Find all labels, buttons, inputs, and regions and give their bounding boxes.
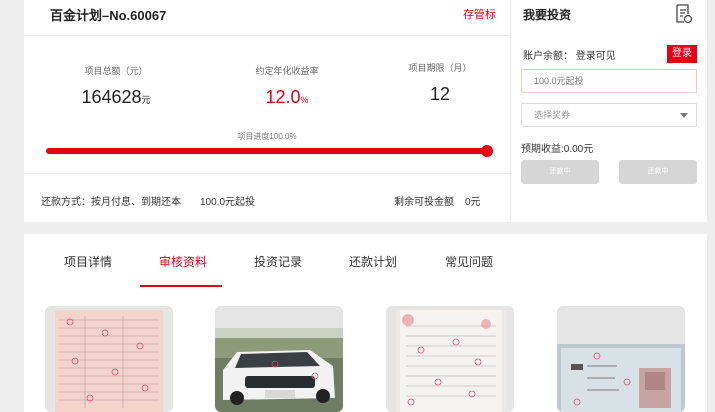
stat-label: 项目总额（元） bbox=[84, 66, 148, 76]
progress-bar bbox=[46, 148, 488, 154]
invest-title: 我要投资 bbox=[523, 8, 572, 22]
id-card-image bbox=[557, 344, 685, 412]
coupon-select-label: 选择奖券 bbox=[534, 110, 571, 120]
vehicle-photo-image bbox=[215, 328, 343, 412]
document-thumbnail-id-card[interactable] bbox=[557, 306, 685, 412]
coupon-select[interactable]: 选择奖券 bbox=[521, 103, 697, 127]
stat-label: 项目期限（月） bbox=[408, 63, 472, 73]
invest-card: 我要投资 账户余额： 登录可见 登录 选择奖券 预期收益:0.00元 还款中 还… bbox=[511, 0, 707, 222]
stat-label: 约定年化收益率 bbox=[255, 66, 319, 76]
stat-annual-rate: 约定年化收益率 12.0% bbox=[207, 64, 367, 108]
divider bbox=[24, 173, 510, 174]
account-balance: 账户余额： 登录可见 bbox=[523, 51, 616, 62]
stat-term: 项目期限（月） 12 bbox=[360, 61, 520, 105]
deposit-label-link[interactable]: 存管标 bbox=[463, 6, 496, 22]
project-card: 百金计划–No.60067 存管标 项目总额（元） 164628元 约定年化收益… bbox=[24, 0, 510, 222]
stat-value: 164628元 bbox=[81, 87, 151, 107]
progress-knob bbox=[481, 145, 493, 157]
contract-doc-icon[interactable] bbox=[675, 4, 693, 24]
tab-repayment-plan[interactable]: 还款计划 bbox=[349, 253, 397, 270]
document-thumbnail-contract[interactable] bbox=[386, 306, 514, 412]
stat-total-amount: 项目总额（元） 164628元 bbox=[36, 64, 196, 108]
repaying-button-left[interactable]: 还款中 bbox=[521, 160, 599, 184]
document-thumbnail-registration[interactable] bbox=[45, 306, 173, 412]
active-tab-underline bbox=[140, 285, 222, 287]
remaining-label: 剩余可投金额 bbox=[394, 197, 454, 208]
detail-tabs-card: 项目详情 审核资料 投资记录 还款计划 常见问题 bbox=[24, 234, 707, 412]
repaying-button-right[interactable]: 还款中 bbox=[619, 160, 697, 184]
invest-amount-input[interactable] bbox=[521, 69, 697, 93]
remaining-value: 0元 bbox=[465, 197, 481, 208]
stat-value: 12.0% bbox=[265, 87, 309, 107]
tab-faq[interactable]: 常见问题 bbox=[445, 253, 493, 270]
repayment-method: 还款方式：按月付息、到期还本 bbox=[41, 197, 181, 208]
project-title: 百金计划–No.60067 bbox=[50, 8, 167, 23]
divider bbox=[24, 35, 510, 36]
tab-project-details[interactable]: 项目详情 bbox=[64, 253, 112, 270]
tab-investment-records[interactable]: 投资记录 bbox=[254, 253, 302, 270]
login-button[interactable]: 登录 bbox=[667, 45, 697, 63]
document-thumbnail-car-photo[interactable] bbox=[215, 306, 343, 412]
expected-return: 预期收益:0.00元 bbox=[521, 144, 594, 155]
contract-document-image bbox=[396, 310, 506, 412]
stat-value: 12 bbox=[429, 84, 451, 104]
progress-label: 项目进度100.0% bbox=[237, 132, 297, 141]
tab-audit-materials[interactable]: 审核资料 bbox=[159, 253, 207, 270]
registration-certificate-image bbox=[55, 310, 163, 412]
caret-down-icon bbox=[680, 113, 688, 118]
min-invest: 100.0元起投 bbox=[200, 197, 256, 208]
